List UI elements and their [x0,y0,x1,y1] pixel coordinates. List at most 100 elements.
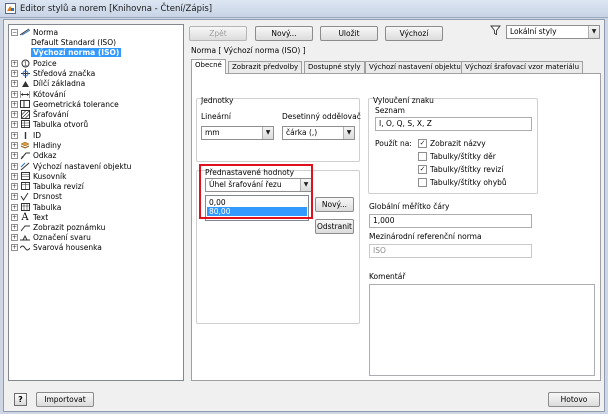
tree-item-label: Výchozí nastavení objektu [33,161,132,171]
done-button[interactable]: Hotovo [548,392,600,407]
line-scale-input[interactable]: 1,000 [369,214,532,228]
tree-item[interactable]: Default Standard (ISO) [31,37,116,47]
tree-item-label: Hladiny [33,140,62,150]
expand-icon[interactable]: + [11,59,18,67]
tree-item[interactable]: + Geometrická tolerance [11,99,119,109]
import-button[interactable]: Importovat [36,392,94,407]
tree-item-label: Geometrická tolerance [33,99,119,109]
tree-item[interactable]: + 1 Pozice [11,58,57,68]
tree-item-label: ID [33,130,41,140]
expand-icon[interactable]: + [11,151,18,159]
expand-icon[interactable]: + [11,192,18,200]
tree-item-label: Norma [33,27,59,37]
weld-bead-icon [20,243,30,252]
app-icon [5,3,16,14]
checkbox-label: Tabulky/štítky ohybů [430,178,507,187]
object-defaults-icon [20,162,30,171]
expand-icon[interactable]: + [11,213,18,221]
back-button[interactable]: Zpět [189,26,247,41]
show-names-checkbox[interactable]: ✓ Zobrazit názvy [418,139,486,148]
style-filter-combo[interactable]: Lokální styly ▼ [506,25,600,39]
tree-item[interactable]: + Hladiny [11,140,61,150]
tree-item-label: Zobrazit poznámku [33,222,106,232]
feature-note-icon [20,223,30,232]
new-style-button[interactable]: Nový... [255,26,313,41]
expand-icon[interactable]: + [11,131,18,139]
expand-icon[interactable]: + [11,79,18,87]
highlight-box [199,164,313,219]
client-area: Zpět Nový... Uložit Výchozí Lokální styl… [3,19,605,412]
tree-item[interactable]: + Odkaz [11,150,56,160]
tree-item[interactable]: + Označení svaru [11,232,91,242]
tolerance-icon [20,100,30,109]
remove-preset-button[interactable]: Odstranit [315,219,354,234]
chevron-down-icon[interactable]: ▼ [588,26,599,38]
comment-label: Komentář [369,272,406,281]
tree-item-label: Odkaz [33,150,57,160]
tree-item[interactable]: + A Text [11,212,48,223]
decimal-separator-combo[interactable]: čárka (,) ▼ [282,126,355,140]
tree-item[interactable]: + Kótování [11,89,66,99]
title-bar: Editor stylů a norem [Knihovna - Čtení/Z… [0,0,608,18]
linear-units-value: mm [205,128,220,137]
chevron-down-icon[interactable]: ▼ [262,127,273,139]
hole-tables-checkbox[interactable]: Tabulky/štítky děr [418,152,496,161]
chevron-down-icon[interactable]: ▼ [343,127,354,139]
checkbox-box [418,152,427,161]
tab-general[interactable]: Obecné [191,59,226,74]
expand-icon[interactable]: + [11,162,18,170]
tab-available-styles[interactable]: Dostupné styly [304,61,365,73]
hatch-icon [20,109,30,119]
expand-icon[interactable]: + [11,110,18,118]
leader-icon [20,151,30,160]
expand-icon[interactable]: + [11,100,18,108]
comment-textarea[interactable] [369,284,595,376]
style-tree[interactable]: − Norma Default Standard (ISO) Výchozí n… [8,24,184,381]
expand-icon[interactable]: + [11,90,18,98]
tree-item-label: Výchozí norma (ISO) [31,47,122,57]
expand-icon[interactable]: + [11,182,18,190]
decimal-separator-value: čárka (,) [286,128,318,137]
checkbox-box [418,178,427,187]
tree-item-selected[interactable]: Výchozí norma (ISO) [31,47,122,57]
help-button[interactable]: ? [14,393,27,406]
expand-icon[interactable]: + [11,203,18,211]
checkbox-label: Tabulky/štítky revizí [430,165,504,174]
tree-item[interactable]: + Dílčí základna [11,78,85,88]
tree-item[interactable]: + Zobrazit poznámku [11,222,105,232]
general-panel: Jednotky Lineární mm ▼ Desetinný oddělov… [191,73,601,381]
expand-icon[interactable]: + [11,69,18,77]
tree-item[interactable]: + Středová značka [11,68,95,78]
expand-icon[interactable]: + [11,172,18,180]
revision-tables-checkbox[interactable]: ✓ Tabulky/štítky revizí [418,165,503,174]
tree-item[interactable]: + Šrafování [11,109,69,119]
page-title: Norma [ Výchozí norma (ISO) ] [191,46,306,55]
tree-item[interactable]: + Výchozí nastavení objektu [11,161,131,171]
collapse-icon[interactable]: − [11,28,18,36]
tab-object-defaults[interactable]: Výchozí nastavení objektu [365,61,465,73]
new-preset-button[interactable]: Nový... [315,197,354,212]
save-button[interactable]: Uložit [320,26,378,41]
expand-icon[interactable]: + [11,223,18,231]
tree-item[interactable]: + Drsnost [11,191,62,201]
balloon-icon: 1 [20,59,30,68]
expand-icon[interactable]: + [11,243,18,251]
default-button[interactable]: Výchozí [385,26,443,41]
tree-item[interactable]: + Tabulka [11,202,61,212]
bend-tables-checkbox[interactable]: Tabulky/štítky ohybů [418,178,507,187]
tree-item[interactable]: + Kusovník [11,171,66,181]
datum-icon [20,79,30,88]
tree-item[interactable]: + Svarová housenka [11,242,102,252]
expand-icon[interactable]: + [11,141,18,149]
tab-display-options[interactable]: Zobrazit předvolby [228,61,303,73]
tree-item[interactable]: + Tabulka revizí [11,181,84,191]
exclude-list-input[interactable]: I, O, Q, S, X, Z [375,117,532,131]
expand-icon[interactable]: + [11,120,18,128]
tree-item[interactable]: − Norma [11,27,58,37]
tree-item[interactable]: + Tabulka otvorů [11,119,88,129]
tree-item-label: Tabulka otvorů [33,119,89,129]
linear-units-combo[interactable]: mm ▼ [201,126,274,140]
expand-icon[interactable]: + [11,233,18,241]
tree-item[interactable]: + ID [11,130,41,140]
tab-material-hatch[interactable]: Výchozí šrafovací vzor materiálu [461,61,584,73]
